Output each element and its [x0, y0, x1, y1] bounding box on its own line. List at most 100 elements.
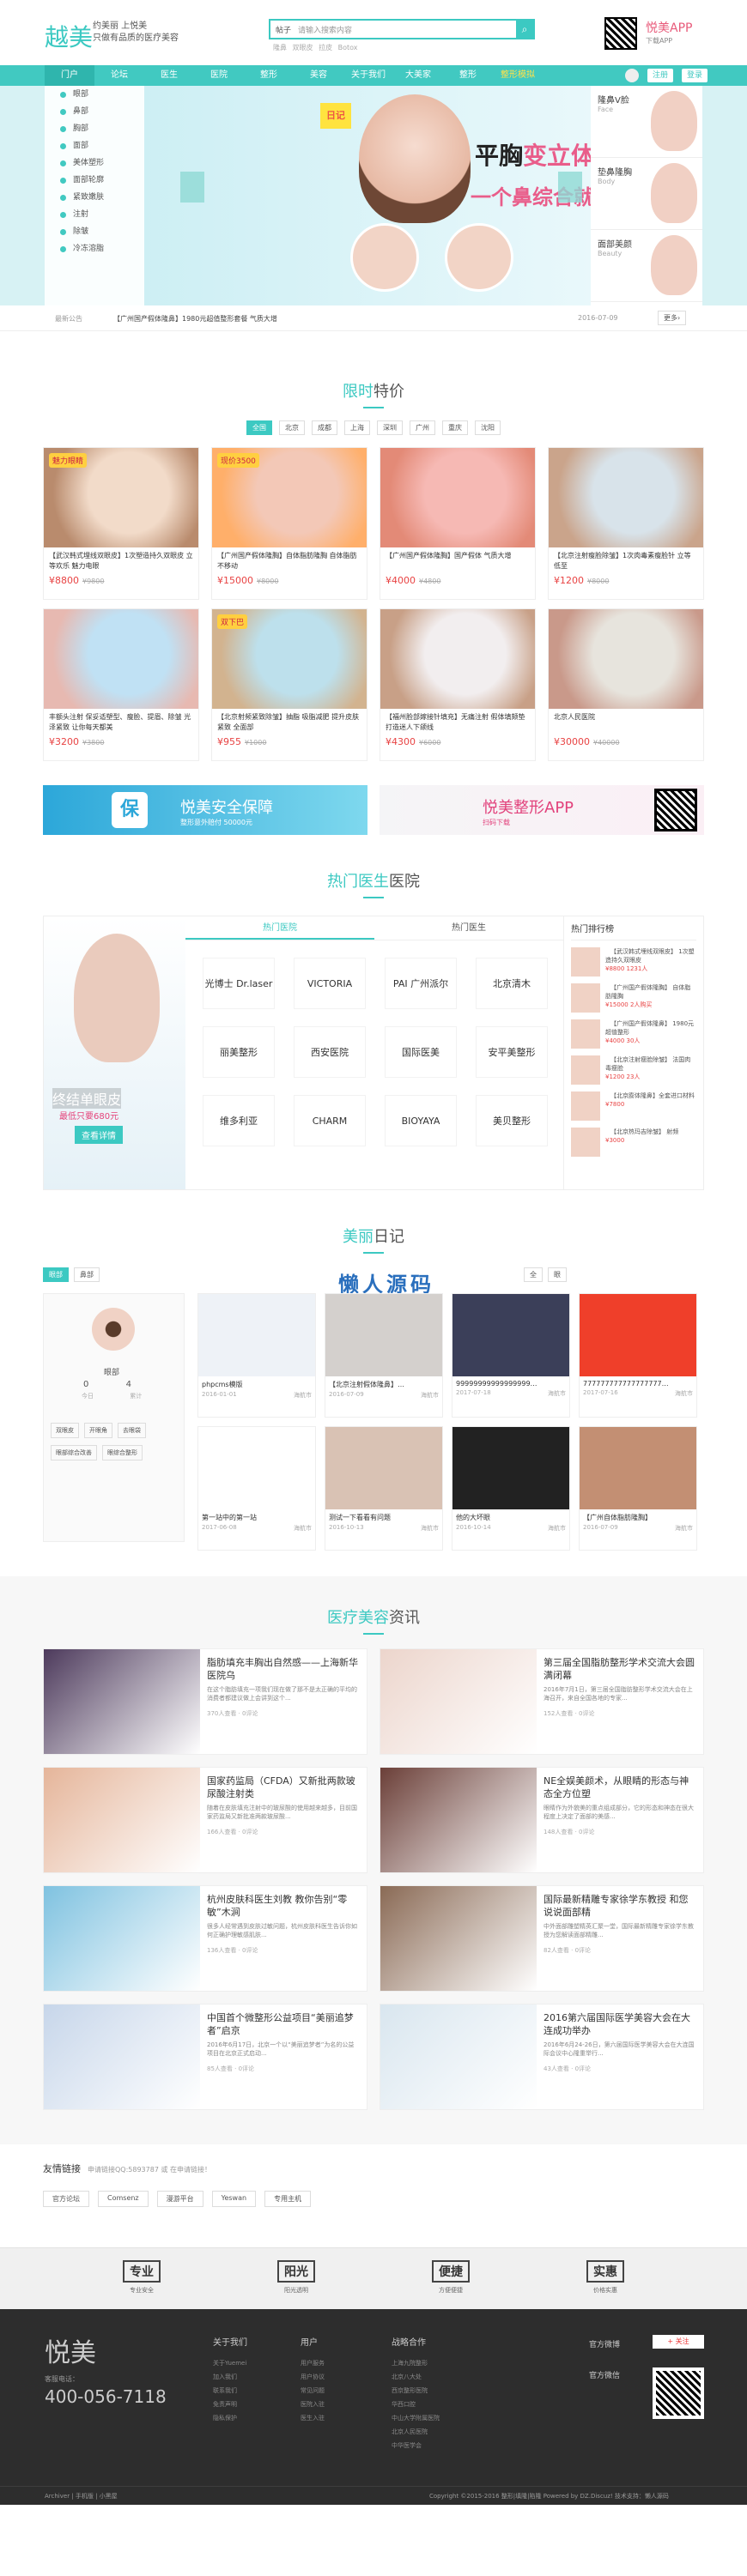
city-tab[interactable]: 成都: [312, 420, 337, 435]
footer-link[interactable]: 关于Yuemei: [213, 2356, 290, 2370]
city-tab[interactable]: 上海: [344, 420, 370, 435]
footer-link[interactable]: 用户服务: [301, 2356, 378, 2370]
nav-item[interactable]: 整形: [443, 65, 493, 86]
category-menu-item[interactable]: 紧致嫩肤: [45, 189, 144, 206]
footer-link[interactable]: 北京人民医院: [392, 2425, 469, 2439]
category-menu-item[interactable]: 冷冻溶脂: [45, 240, 144, 257]
hospital-logo[interactable]: BIOYAYA: [385, 1095, 457, 1146]
notice-text[interactable]: 【广州国产假体隆鼻】1980元超值整形套餐 气质大增: [113, 314, 277, 324]
profile-tag[interactable]: 眼综合整形: [102, 1445, 143, 1460]
footer-link[interactable]: 中山大学附属医院: [392, 2411, 469, 2425]
city-tab[interactable]: 深圳: [377, 420, 403, 435]
hospital-logo[interactable]: 安平美整形: [476, 1026, 548, 1078]
footer-link[interactable]: 北京八大处: [392, 2370, 469, 2384]
app-download-title[interactable]: 悦美APP: [646, 19, 692, 36]
nav-item[interactable]: 整形: [244, 65, 294, 86]
category-menu-item[interactable]: 面部轮廓: [45, 172, 144, 189]
diary-tab[interactable]: 鼻部: [74, 1267, 100, 1282]
friend-link[interactable]: 漫游平台: [156, 2191, 203, 2207]
footer-link[interactable]: 加入我们: [213, 2370, 290, 2384]
nav-item[interactable]: 关于我们: [343, 65, 393, 86]
hospital-logo[interactable]: VICTORIA: [294, 958, 366, 1009]
news-card[interactable]: 脂肪填充丰胸出自然感——上海新华医院乌 在这个脂肪填充一项我们现在做了那不是太正确…: [43, 1648, 367, 1755]
footer-link[interactable]: 西京整形医院: [392, 2384, 469, 2398]
deal-card[interactable]: 双下巴 【北京射频紧致除皱】抽脂 吸脂减肥 提升皮肤紧致 全面部 ¥955 ¥1000: [211, 608, 367, 761]
hospital-logo[interactable]: 西安医院: [294, 1026, 366, 1078]
hospital-tab[interactable]: 热门医生: [374, 916, 563, 940]
nav-item[interactable]: 论坛: [94, 65, 144, 86]
deal-card[interactable]: 【北京注射瘦脸除皱】1次肉毒素瘦脸针 立等 低至 ¥1200 ¥8000: [548, 447, 704, 600]
city-tab[interactable]: 北京: [279, 420, 305, 435]
search-button[interactable]: ⌕: [516, 21, 533, 38]
ranking-item[interactable]: 【北京热玛吉除皱】 射频 ¥3000: [571, 1128, 696, 1157]
news-card[interactable]: 国际最新精雕专家徐学东教授 和您说说面部精 中外面部雕塑精英汇聚一堂，国际最新精雕…: [380, 1885, 704, 1992]
category-menu-item[interactable]: 注射: [45, 206, 144, 223]
category-menu-item[interactable]: 胸部: [45, 120, 144, 137]
diary-card[interactable]: 【广州自体脂肪隆胸】 2016-07-09 海航市: [579, 1426, 697, 1551]
app-download-sub[interactable]: 下载APP: [646, 36, 672, 45]
category-menu-item[interactable]: 美体塑形: [45, 154, 144, 172]
city-tab[interactable]: 全国: [246, 420, 272, 435]
footer-link[interactable]: 常见问题: [301, 2384, 378, 2398]
profile-tag[interactable]: 去眼袋: [118, 1423, 146, 1438]
nav-item[interactable]: 大美家: [393, 65, 443, 86]
nav-item[interactable]: 门户: [45, 65, 94, 86]
notice-more-button[interactable]: 更多›: [658, 311, 687, 325]
footer-logo[interactable]: 悦美: [45, 2331, 96, 2369]
hospital-logo[interactable]: 国际医美: [385, 1026, 457, 1078]
diary-card[interactable]: 测试一下看看有问题 2016-10-13 海航市: [325, 1426, 443, 1551]
hospital-logo[interactable]: 北京清木: [476, 958, 548, 1009]
diary-card[interactable]: 他的大坏眼 2016-10-14 海航市: [452, 1426, 570, 1551]
hospital-logo[interactable]: 光博士 Dr.laser: [203, 958, 275, 1009]
ranking-item[interactable]: 【广州国产假体隆胸】 自体脂肪隆胸 ¥15000 2人购买: [571, 983, 696, 1013]
login-button[interactable]: 登录: [682, 69, 708, 82]
diary-card[interactable]: 777777777777777777… 2017-07-16 海航市: [579, 1293, 697, 1418]
news-card[interactable]: 中国首个微整形公益项目“美丽追梦者”启京 2016年6月17日，北京一个以“美丽追…: [43, 2004, 367, 2110]
footer-small-links[interactable]: Archiver | 手机版 | 小黑屋: [45, 2492, 118, 2500]
news-card[interactable]: 国家药监局（CFDA）又新批两款玻尿酸注射类 随着在皮肤填充注射中的玻尿酸的使用越…: [43, 1767, 367, 1873]
city-tab[interactable]: 重庆: [442, 420, 468, 435]
news-card[interactable]: 杭州皮肤科医生刘教 教你告别“零敏”木涧 很多人经常遇到皮肤过敏问题，杭州皮肤科医…: [43, 1885, 367, 1992]
diary-card[interactable]: 99999999999999999… 2017-07-18 海航市: [452, 1293, 570, 1418]
hero-slide[interactable]: 日记 平胸变立体 一个鼻综合就够了: [144, 86, 635, 305]
register-button[interactable]: 注册: [647, 69, 674, 82]
footer-link[interactable]: 隐私保护: [213, 2411, 290, 2425]
deal-card[interactable]: 魅力眼睛 【武汉韩式埋线双眼皮】1次塑造持久双眼皮 立等欢乐 魅力电眼 ¥8800 ¥…: [43, 447, 199, 600]
user-avatar[interactable]: [625, 69, 639, 82]
city-tab[interactable]: 广州: [410, 420, 435, 435]
hospital-logo[interactable]: 美贝整形: [476, 1095, 548, 1146]
nav-item[interactable]: 医院: [194, 65, 244, 86]
diary-tab[interactable]: 眼部: [43, 1267, 69, 1282]
side-promo[interactable]: 面部美颜 Beauty: [591, 230, 702, 302]
ranking-item[interactable]: 【广州国产假体隆鼻】 1980元超值整形 ¥4000 30人: [571, 1019, 696, 1049]
safety-banner[interactable]: 保 悦美安全保障 整形意外赔付 50000元: [43, 785, 367, 835]
side-promo[interactable]: 垫鼻隆胸 Body: [591, 158, 702, 230]
news-card[interactable]: 2016第六届国际医学美容大会在大连成功举办 2016年6月24-26日，第六届国…: [380, 2004, 704, 2110]
friend-link[interactable]: 官方论坛: [43, 2191, 89, 2207]
deal-card[interactable]: 北京人民医院 ¥30000 ¥40000: [548, 608, 704, 761]
nav-item[interactable]: 美容: [294, 65, 343, 86]
hospital-ad[interactable]: 终结单眼皮 最低只要680元 查看详情: [44, 916, 185, 1189]
deal-card[interactable]: 【广州国产假体隆胸】国产假体 气质大增 ¥4000 ¥4800: [380, 447, 536, 600]
footer-link[interactable]: 免责声明: [213, 2398, 290, 2411]
footer-link[interactable]: 用户协议: [301, 2370, 378, 2384]
footer-link[interactable]: 医生入驻: [301, 2411, 378, 2425]
hospital-logo[interactable]: 丽美整形: [203, 1026, 275, 1078]
app-banner[interactable]: 悦美整形APP 扫码下载: [380, 785, 704, 835]
ranking-item[interactable]: 【北京膨体隆鼻】全套进口材料 ¥7800: [571, 1091, 696, 1121]
weibo-follow-button[interactable]: + 关注: [653, 2335, 704, 2349]
news-card[interactable]: 第三届全国脂肪整形学术交流大会圆满闭幕 2016年7月1日，第三届全国脂肪整形学术…: [380, 1648, 704, 1755]
diary-card[interactable]: phpcms模版 2016-01-01 海航市: [197, 1293, 316, 1418]
footer-link[interactable]: 联系我们: [213, 2384, 290, 2398]
diary-card[interactable]: 【北京注射假体隆鼻】… 2016-07-09 海航市: [325, 1293, 443, 1418]
site-logo[interactable]: 越美: [45, 19, 93, 53]
profile-tag[interactable]: 开眼角: [84, 1423, 112, 1438]
category-menu-item[interactable]: 面部: [45, 137, 144, 154]
category-menu-item[interactable]: 鼻部: [45, 103, 144, 120]
side-promo[interactable]: 隆鼻V脸 Face: [591, 86, 702, 158]
diary-tab[interactable]: 全: [524, 1267, 543, 1282]
footer-link[interactable]: 医院入驻: [301, 2398, 378, 2411]
hospital-tab[interactable]: 热门医院: [185, 916, 374, 940]
footer-link[interactable]: 上海九院整形: [392, 2356, 469, 2370]
footer-link[interactable]: 华西口腔: [392, 2398, 469, 2411]
